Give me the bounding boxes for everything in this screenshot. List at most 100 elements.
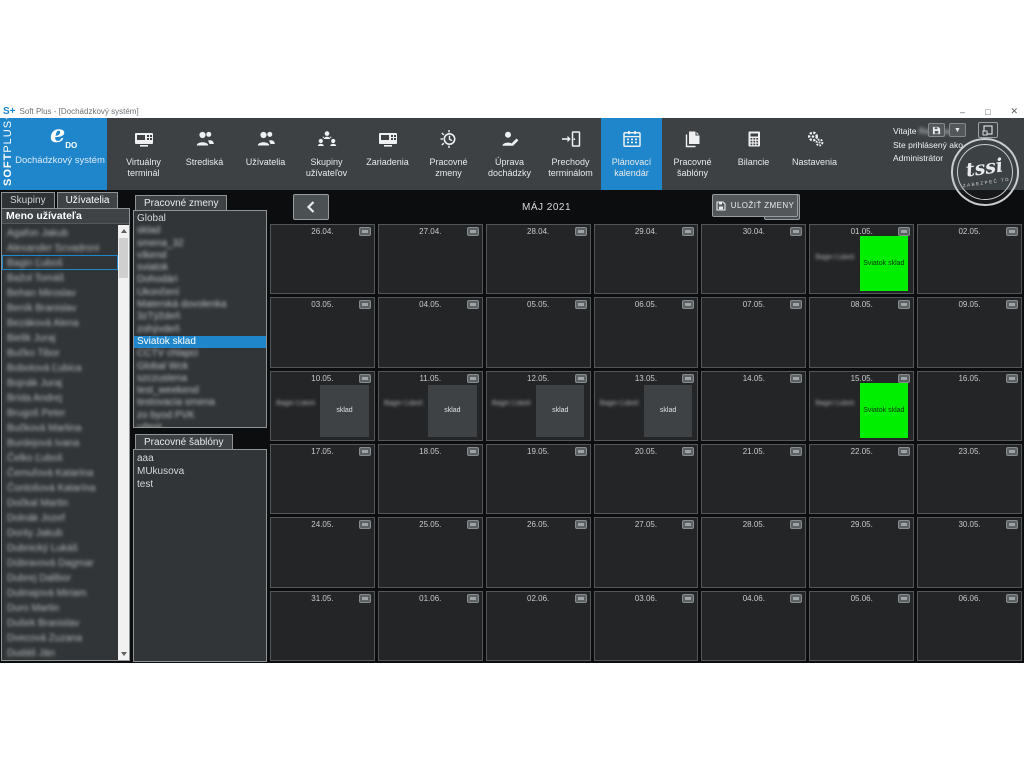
cell-options-button[interactable] (682, 227, 695, 236)
cell-options-button[interactable] (358, 520, 371, 530)
cell-options-button[interactable] (790, 227, 803, 236)
calendar-cell[interactable]: 16.05. (917, 370, 1022, 441)
calendar-cell[interactable]: 11.05. Bagin Ľuboš sklad (377, 370, 483, 441)
calendar-cell[interactable]: 25.05. (377, 517, 483, 588)
user-row[interactable]: Beník Branislav (2, 300, 118, 315)
user-row[interactable]: Bielik Juraj (2, 330, 118, 345)
shift-row[interactable]: u/test (134, 422, 266, 427)
calendar-cell[interactable]: 27.04. (377, 224, 483, 295)
calendar-cell[interactable]: 02.05. (917, 224, 1022, 295)
scroll-down-arrow[interactable] (118, 648, 129, 660)
cell-options-button[interactable] (1005, 373, 1018, 383)
nav-prava-doch-dzky[interactable]: Úprava dochádzky (479, 118, 540, 190)
scroll-thumb[interactable] (119, 238, 128, 278)
template-row[interactable]: aaa (134, 452, 266, 465)
cell-event-holiday[interactable]: Sviatok sklad (859, 382, 908, 438)
cell-options-button[interactable] (682, 447, 695, 456)
calendar-cell[interactable]: 02.06. (485, 590, 591, 661)
calendar-cell[interactable]: 14.05. (701, 370, 807, 441)
calendar-cell[interactable]: 10.05. Bagin Ľuboš sklad (270, 370, 375, 441)
nav-virtu-lny-termin-l[interactable]: Virtuálny terminál (113, 118, 174, 190)
user-row[interactable]: Duro Martin (2, 600, 118, 615)
cell-options-button[interactable] (358, 227, 371, 236)
calendar-cell[interactable]: 09.05. (917, 297, 1022, 368)
calendar-cell[interactable]: 06.06. (917, 590, 1022, 661)
calendar-cell[interactable]: 08.05. (809, 297, 915, 368)
shift-row[interactable]: víkend (134, 250, 266, 262)
shift-row[interactable]: smena_32 (134, 238, 266, 250)
cell-options-button[interactable] (466, 227, 479, 236)
calendar-cell[interactable]: 05.06. (809, 590, 915, 661)
nav-pracovn-abl-ny[interactable]: Pracovné šablóny (662, 118, 723, 190)
cell-options-button[interactable] (682, 520, 695, 530)
user-row[interactable]: Dúbravová Dagmar (2, 555, 118, 570)
cell-event-shift[interactable]: sklad (320, 384, 369, 437)
cell-options-button[interactable] (1005, 593, 1018, 603)
cell-options-button[interactable] (466, 373, 479, 383)
minimize-button[interactable]: – (960, 107, 965, 117)
user-row[interactable]: Dudáš Ján (2, 645, 118, 660)
shift-row[interactable]: testovacia smena (134, 397, 266, 409)
user-row[interactable]: Brída Andrej (2, 390, 118, 405)
user-row[interactable]: Behan Miroslav (2, 285, 118, 300)
user-row[interactable]: Brugoš Peter (2, 405, 118, 420)
shift-row[interactable]: Ukončení (134, 287, 266, 299)
user-row[interactable]: Dority Jakub (2, 525, 118, 540)
user-row[interactable]: Burdejová Ivana (2, 435, 118, 450)
user-row[interactable]: Alexander Scvadroni (2, 240, 118, 255)
nav-zariadenia[interactable]: Zariadenia (357, 118, 418, 190)
cell-event-holiday[interactable]: Sviatok sklad (859, 236, 908, 292)
shift-row[interactable]: Global (134, 213, 266, 225)
calendar-cell[interactable]: 29.05. (809, 517, 915, 588)
cell-options-button[interactable] (358, 300, 371, 310)
calendar-cell[interactable]: 20.05. (593, 444, 699, 515)
cell-event-shift[interactable]: sklad (428, 384, 477, 437)
nav-u-vatelia[interactable]: Užívatelia (235, 118, 296, 190)
tab-pracovne-zmeny[interactable]: Pracovné zmeny (135, 195, 228, 210)
calendar-cell[interactable]: 07.05. (701, 297, 807, 368)
cell-options-button[interactable] (574, 373, 587, 383)
user-row[interactable]: Bojnák Juraj (2, 375, 118, 390)
shift-row[interactable]: Global Wck (134, 361, 266, 373)
calendar-cell[interactable]: 03.05. (270, 297, 375, 368)
calendar-cell[interactable]: 06.05. (593, 297, 699, 368)
cell-options-button[interactable] (790, 300, 803, 310)
user-row[interactable]: Bagin Ľuboš (2, 255, 118, 270)
user-row[interactable]: Dulinajová Miriam (2, 585, 118, 600)
shift-row[interactable]: 3zTýždeň (134, 311, 266, 323)
user-row[interactable]: Čelko Ľuboš (2, 450, 118, 465)
calendar-cell[interactable]: 18.05. (377, 444, 483, 515)
tab-pracovne-sablony[interactable]: Pracovné šablóny (135, 434, 233, 449)
shift-row[interactable]: sviatok (134, 262, 266, 274)
prev-month-button[interactable] (293, 194, 329, 220)
cell-options-button[interactable] (358, 593, 371, 603)
cell-options-button[interactable] (574, 520, 587, 530)
calendar-cell[interactable]: 17.05. (270, 444, 375, 515)
cell-options-button[interactable] (682, 300, 695, 310)
cell-options-button[interactable] (1005, 227, 1018, 236)
shift-row[interactable]: zo byod PVK (134, 410, 266, 422)
user-row[interactable]: Čemuľová Katarína (2, 465, 118, 480)
calendar-cell[interactable]: 30.05. (917, 517, 1022, 588)
cell-options-button[interactable] (898, 520, 911, 530)
brand-block[interactable]: SOFTPLUS+ eDO Dochádzkový systém (0, 115, 107, 190)
user-row[interactable]: Dočkal Martin (2, 495, 118, 510)
shift-row[interactable]: Materská dovolenka (134, 299, 266, 311)
cell-options-button[interactable] (898, 447, 911, 456)
calendar-cell[interactable]: 05.05. (485, 297, 591, 368)
cell-event-shift[interactable]: sklad (643, 384, 693, 437)
shift-row[interactable]: szczustena (134, 373, 266, 385)
shift-row[interactable]: test_weekend (134, 385, 266, 397)
calendar-cell[interactable]: 04.06. (701, 590, 807, 661)
nav-stredisk[interactable]: Strediská (174, 118, 235, 190)
dropdown-button[interactable]: ▼ (949, 123, 966, 137)
shift-row[interactable]: Dohodári (134, 274, 266, 286)
nav-nastavenia[interactable]: Nastavenia (784, 118, 845, 190)
save-small-button[interactable] (928, 123, 945, 137)
user-row[interactable]: Bobotová Ľubica (2, 360, 118, 375)
cell-options-button[interactable] (574, 227, 587, 236)
calendar-cell[interactable]: 28.04. (485, 224, 591, 295)
cell-options-button[interactable] (898, 373, 911, 383)
calendar-cell[interactable]: 15.05. Bagin Ľuboš Sviatok sklad (809, 370, 915, 441)
calendar-cell[interactable]: 21.05. (701, 444, 807, 515)
